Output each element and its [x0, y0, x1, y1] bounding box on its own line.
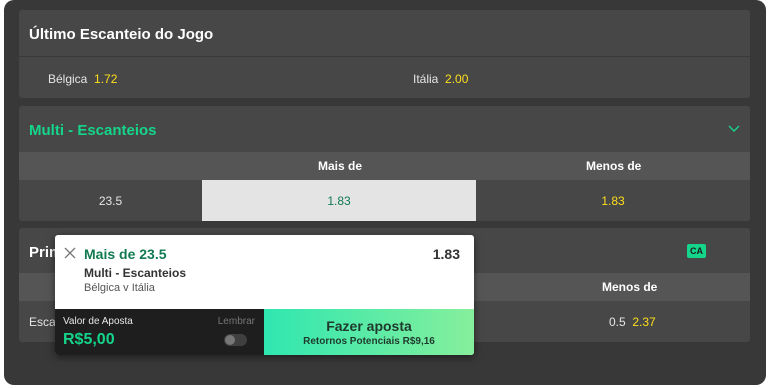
- market-name: Multi - Escanteios: [84, 266, 187, 280]
- column-under: Menos de: [602, 280, 658, 294]
- event-name: Bélgica v Itália: [84, 282, 155, 294]
- ca-badge: CA: [687, 244, 706, 258]
- column-under: Menos de: [586, 159, 642, 173]
- place-bet-button[interactable]: Fazer aposta Retornos Potenciais R$9,16: [264, 309, 474, 355]
- table-header: Mais de Menos de: [19, 152, 750, 180]
- place-bet-label: Fazer aposta: [326, 318, 412, 334]
- line-value: 23.5: [98, 194, 123, 208]
- line-value: 0.5: [609, 315, 626, 329]
- selection-belgium[interactable]: Bélgica 1.72: [48, 72, 117, 86]
- potential-returns: Retornos Potenciais R$9,16: [303, 336, 435, 347]
- team-name: Bélgica: [48, 72, 88, 86]
- remember-label: Lembrar: [217, 316, 255, 327]
- column-over: Mais de: [318, 159, 363, 173]
- selection-name: Mais de 23.5: [84, 246, 167, 262]
- divider: [19, 56, 750, 57]
- selection-odds: 1.83: [432, 246, 460, 262]
- odds-value: 2.37: [632, 315, 656, 329]
- over-odds-button[interactable]: 1.83: [202, 180, 476, 221]
- market-title[interactable]: Último Escanteio do Jogo: [29, 26, 213, 43]
- last-corner-market: Último Escanteio do Jogo Bélgica 1.72 It…: [19, 10, 750, 98]
- selection-italy[interactable]: Itália 2.00: [413, 72, 468, 86]
- chevron-down-icon[interactable]: [728, 122, 740, 134]
- under-odds-button[interactable]: 1.83: [476, 180, 750, 221]
- stake-value[interactable]: R$5,00: [63, 331, 115, 349]
- close-icon[interactable]: [64, 247, 76, 259]
- toggle-knob: [225, 335, 235, 345]
- stake-input[interactable]: Valor de Aposta R$5,00 Lembrar: [55, 309, 264, 355]
- team-name: Itália: [413, 72, 439, 86]
- remember-toggle[interactable]: [224, 334, 247, 346]
- odds-value: 1.72: [94, 72, 118, 86]
- multi-corners-market: Multi - Escanteios Mais de Menos de 23.5…: [19, 106, 750, 221]
- stake-label: Valor de Aposta: [63, 316, 133, 327]
- odds-value: 2.00: [445, 72, 469, 86]
- under-odds-button[interactable]: 0.5 2.37: [609, 301, 656, 342]
- market-title[interactable]: Multi - Escanteios: [29, 122, 157, 139]
- bet-slip: Mais de 23.5 1.83 Multi - Escanteios Bél…: [55, 235, 474, 355]
